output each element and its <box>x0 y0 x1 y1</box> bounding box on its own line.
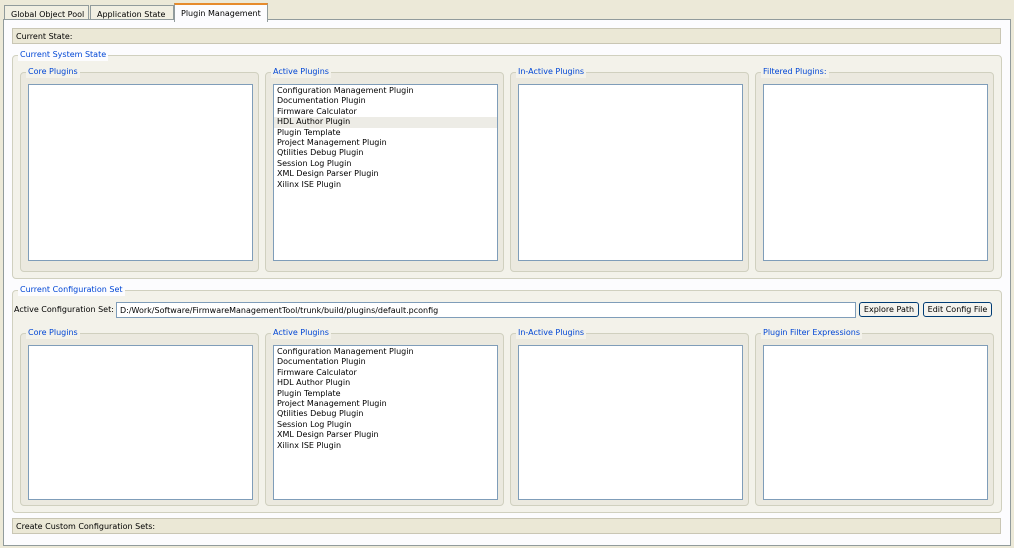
current-system-state-group: Current System State Core Plugins Active… <box>12 49 1002 279</box>
create-custom-configuration-sets-label: Create Custom Configuration Sets: <box>16 522 156 531</box>
config-core-plugins-box: Core Plugins <box>20 327 259 506</box>
config-filter-expressions-list[interactable] <box>763 345 988 500</box>
current-state-bar[interactable]: Current State: <box>12 28 1001 44</box>
list-item[interactable]: Session Log Plugin <box>274 159 497 169</box>
current-state-label: Current State: <box>16 32 73 41</box>
config-active-plugins-title: Active Plugins <box>271 327 331 339</box>
list-item[interactable]: Documentation Plugin <box>274 357 497 367</box>
list-item[interactable]: Plugin Template <box>274 389 497 399</box>
list-item[interactable]: Xilinx ISE Plugin <box>274 441 497 451</box>
list-item[interactable]: XML Design Parser Plugin <box>274 430 497 440</box>
explore-path-button[interactable]: Explore Path <box>859 302 919 317</box>
list-item[interactable]: Xilinx ISE Plugin <box>274 180 497 190</box>
configuration-path-field[interactable] <box>116 302 856 318</box>
list-item[interactable]: Qtilities Debug Plugin <box>274 409 497 419</box>
config-core-plugins-title: Core Plugins <box>26 327 80 339</box>
system-filtered-plugins-title: Filtered Plugins: <box>761 66 829 78</box>
list-item[interactable]: Configuration Management Plugin <box>274 86 497 96</box>
tab-plugin-management[interactable]: Plugin Management <box>174 3 268 22</box>
list-item[interactable]: Qtilities Debug Plugin <box>274 148 497 158</box>
system-active-plugins-list[interactable]: Configuration Management Plugin Document… <box>273 84 498 261</box>
current-configuration-set-group: Current Configuration Set Core Plugins A… <box>12 284 1002 513</box>
list-item[interactable]: HDL Author Plugin <box>274 117 497 128</box>
system-inactive-plugins-box: In-Active Plugins <box>510 66 749 272</box>
list-item[interactable]: Configuration Management Plugin <box>274 347 497 357</box>
system-core-plugins-list[interactable] <box>28 84 253 261</box>
config-core-plugins-list[interactable] <box>28 345 253 500</box>
system-active-plugins-title: Active Plugins <box>271 66 331 78</box>
config-inactive-plugins-list[interactable] <box>518 345 743 500</box>
edit-config-file-button[interactable]: Edit Config File <box>923 302 992 317</box>
system-inactive-plugins-list[interactable] <box>518 84 743 261</box>
plugin-management-panel: Current State: Current System State Core… <box>3 19 1011 546</box>
active-configuration-set-label: Active Configuration Set: <box>14 305 114 314</box>
system-filtered-plugins-box: Filtered Plugins: <box>755 66 994 272</box>
current-system-state-title: Current System State <box>18 49 109 61</box>
current-configuration-set-title: Current Configuration Set <box>18 284 125 296</box>
list-item[interactable]: HDL Author Plugin <box>274 378 497 388</box>
system-inactive-plugins-title: In-Active Plugins <box>516 66 587 78</box>
config-active-plugins-list[interactable]: Configuration Management Plugin Document… <box>273 345 498 500</box>
config-filter-expressions-title: Plugin Filter Expressions <box>761 327 862 339</box>
list-item[interactable]: Project Management Plugin <box>274 399 497 409</box>
system-core-plugins-box: Core Plugins <box>20 66 259 272</box>
config-active-plugins-box: Active Plugins Configuration Management … <box>265 327 504 506</box>
list-item[interactable]: XML Design Parser Plugin <box>274 169 497 179</box>
list-item[interactable]: Project Management Plugin <box>274 138 497 148</box>
list-item[interactable]: Session Log Plugin <box>274 420 497 430</box>
list-item[interactable]: Firmware Calculator <box>274 107 497 117</box>
system-core-plugins-title: Core Plugins <box>26 66 80 78</box>
config-inactive-plugins-title: In-Active Plugins <box>516 327 587 339</box>
list-item[interactable]: Firmware Calculator <box>274 368 497 378</box>
config-inactive-plugins-box: In-Active Plugins <box>510 327 749 506</box>
create-custom-configuration-sets-bar[interactable]: Create Custom Configuration Sets: <box>12 518 1001 534</box>
system-active-plugins-box: Active Plugins Configuration Management … <box>265 66 504 272</box>
config-filter-expressions-box: Plugin Filter Expressions <box>755 327 994 506</box>
list-item[interactable]: Documentation Plugin <box>274 96 497 106</box>
list-item[interactable]: Plugin Template <box>274 128 497 138</box>
system-filtered-plugins-list[interactable] <box>763 84 988 261</box>
